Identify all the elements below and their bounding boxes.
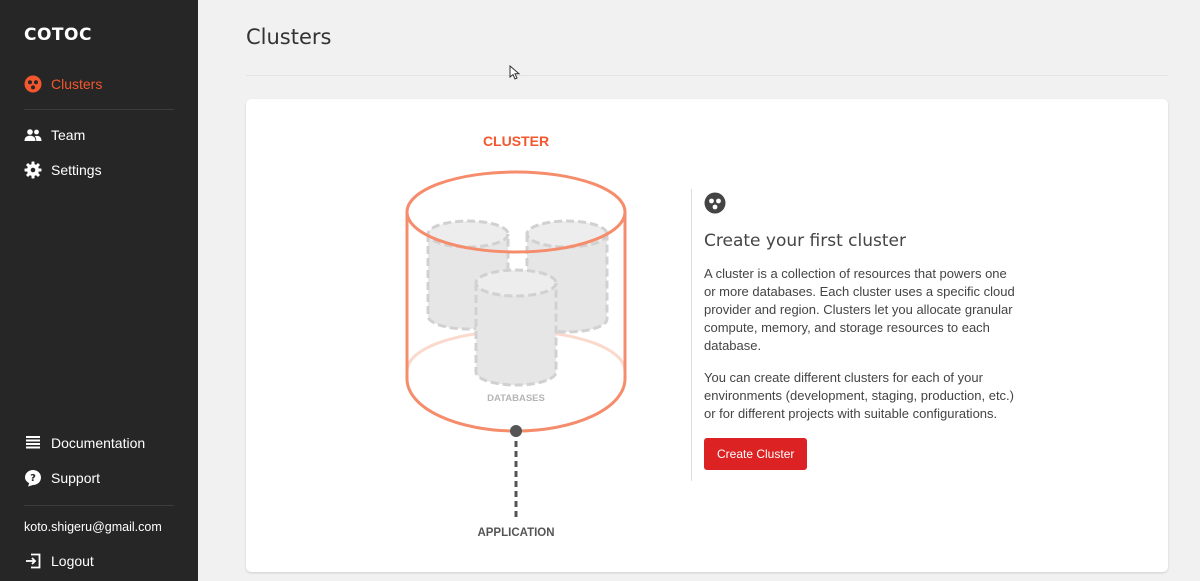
cluster-label: CLUSTER [483, 133, 549, 149]
team-icon [24, 126, 42, 144]
sidebar-divider [24, 109, 174, 110]
empty-state-heading: Create your first cluster [704, 231, 906, 251]
sidebar-item-label: Team [51, 127, 86, 143]
cluster-illustration: CLUSTER DATABASES APPLICATION [405, 133, 627, 539]
sidebar-item-label: Support [51, 470, 101, 486]
empty-state-info: Create your first cluster A cluster is a… [704, 189, 1016, 470]
sidebar-item-team[interactable]: Team [24, 124, 85, 146]
database-cylinder [474, 268, 558, 387]
brand-logo[interactable]: COTOC [24, 25, 92, 45]
logout-label: Logout [51, 553, 94, 569]
sidebar-divider [24, 505, 174, 506]
logout-button[interactable]: Logout [24, 550, 94, 572]
svg-text:?: ? [30, 473, 36, 484]
application-label: APPLICATION [477, 527, 554, 539]
sidebar-item-documentation[interactable]: Documentation [24, 432, 145, 454]
vertical-divider [691, 189, 692, 481]
sidebar-item-label: Settings [51, 162, 102, 178]
title-divider [246, 75, 1168, 76]
create-cluster-button[interactable]: Create Cluster [704, 438, 808, 470]
sidebar: COTOC Clusters Team Settings Documentati… [0, 0, 198, 581]
document-icon [24, 434, 42, 452]
mouse-cursor-icon [509, 65, 521, 80]
sidebar-item-label: Documentation [51, 435, 146, 451]
empty-state-description: A cluster is a collection of resources t… [704, 266, 1015, 353]
sidebar-item-clusters[interactable]: Clusters [24, 73, 102, 95]
page-title: Clusters [246, 25, 332, 49]
clusters-icon [704, 192, 1016, 219]
gear-icon [24, 161, 42, 179]
empty-state-card: CLUSTER DATABASES APPLICATION Create you… [246, 99, 1168, 572]
databases-label: DATABASES [487, 393, 545, 404]
sidebar-item-settings[interactable]: Settings [24, 159, 102, 181]
empty-state-description-2: You can create different clusters for ea… [704, 370, 1015, 421]
help-icon: ? [24, 469, 42, 487]
clusters-icon [24, 75, 42, 93]
user-email: koto.shigeru@gmail.com [24, 520, 162, 534]
logout-icon [24, 552, 42, 570]
sidebar-item-support[interactable]: ? Support [24, 467, 100, 489]
sidebar-item-label: Clusters [51, 76, 103, 92]
